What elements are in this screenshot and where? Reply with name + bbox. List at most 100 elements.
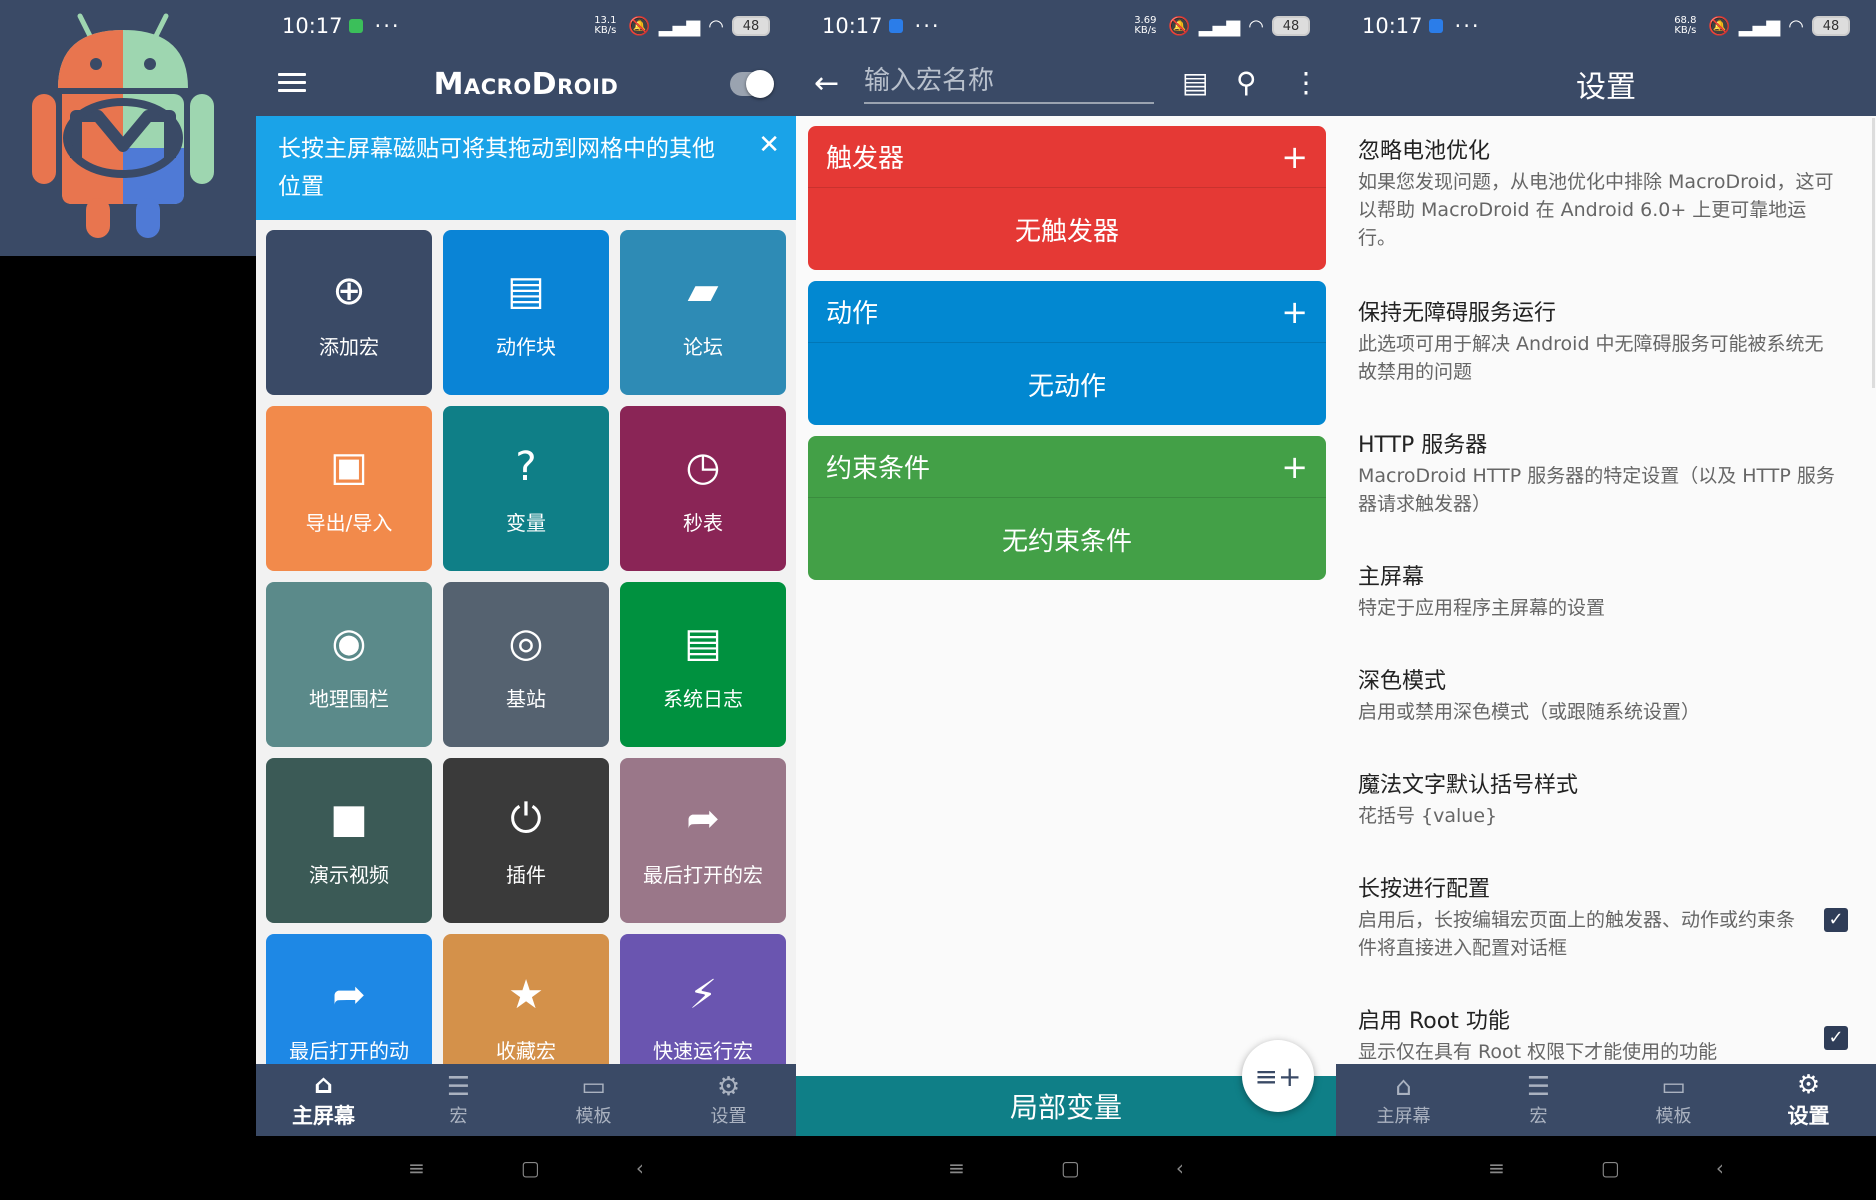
settings-app-bar: 设置 (1336, 52, 1876, 116)
scrollbar[interactable] (1872, 118, 1875, 388)
wifi-icon: ◠ (1248, 15, 1264, 37)
star-icon: ★ (508, 972, 544, 1018)
plug-icon: ⏻ (510, 796, 542, 842)
nav-home[interactable]: ⌂ 主屏幕 (256, 1064, 391, 1136)
setting-desc: 此选项可用于解决 Android 中无障碍服务可能被系统无故禁用的问题 (1358, 333, 1824, 383)
nav-templates[interactable]: ▭ 模板 (1606, 1064, 1741, 1136)
tile-system-log[interactable]: ▤ 系统日志 (620, 582, 786, 747)
tile-cell-tower[interactable]: ◎ 基站 (443, 582, 609, 747)
action-empty[interactable]: 无动作 (808, 343, 1326, 425)
nav-label: 模板 (575, 1106, 612, 1127)
back-button-icon[interactable]: ‹ (1176, 1156, 1184, 1180)
tile-forum[interactable]: ▰ 论坛 (620, 230, 786, 395)
timer-icon: ◷ (685, 444, 721, 490)
battery-icon: 48 (1272, 16, 1310, 36)
home-button-icon[interactable]: ▢ (1061, 1156, 1080, 1180)
tile-label: 论坛 (683, 335, 723, 359)
back-button-icon[interactable]: ‹ (1716, 1156, 1724, 1180)
document-icon[interactable]: ▤ (1182, 66, 1208, 99)
add-action-icon[interactable]: + (1281, 293, 1308, 331)
network-speed: 68.8 KB/s (1674, 15, 1697, 36)
tile-variables[interactable]: ? 变量 (443, 406, 609, 571)
more-vert-icon[interactable]: ⋮ (1292, 66, 1320, 99)
tile-favorite-macros[interactable]: ★ 收藏宏 (443, 934, 609, 1064)
location-icon: ◉ (331, 620, 367, 666)
setting-desc: 显示仅在具有 Root 权限下才能使用的功能 (1358, 1041, 1718, 1063)
gear-icon: ⚙ (1796, 1070, 1821, 1100)
editor-app-bar: ← ▤ ⚲ ⋮ (796, 52, 1336, 116)
tile-stopwatch[interactable]: ◷ 秒表 (620, 406, 786, 571)
battery-icon: 48 (732, 16, 770, 36)
trigger-empty[interactable]: 无触发器 (808, 188, 1326, 270)
search-icon[interactable]: ⚲ (1236, 66, 1257, 99)
share-arrow-icon: ➦ (686, 796, 720, 842)
tile-demo-video[interactable]: ■ 演示视频 (266, 758, 432, 923)
long-press-checkbox[interactable]: ✓ (1824, 908, 1848, 932)
setting-desc: 如果您发现问题，从电池优化中排除 MacroDroid，这可以帮助 MacroD… (1358, 171, 1834, 249)
home-tile-grid: ⊕ 添加宏 ▤ 动作块 ▰ 论坛 ▣ 导出/导入 ? 变量 ◷ 秒表 ◉ 地理围… (256, 220, 796, 1064)
recents-icon[interactable]: ≡ (408, 1156, 425, 1180)
add-constraint-icon[interactable]: + (1281, 448, 1308, 486)
tile-add-macro[interactable]: ⊕ 添加宏 (266, 230, 432, 395)
nav-label: 设置 (710, 1106, 747, 1127)
home-icon: ⌂ (314, 1070, 333, 1100)
close-icon[interactable]: ✕ (758, 126, 780, 164)
nav-macros[interactable]: ☰ 宏 (391, 1064, 526, 1136)
save-icon: ▣ (330, 444, 368, 490)
tile-geofence[interactable]: ◉ 地理围栏 (266, 582, 432, 747)
settings-screen: 10:17 ··· 68.8 KB/s 🔕 ▂▄▆ ◠ 48 设置 忽略电池优化… (1336, 0, 1876, 1200)
nav-macros[interactable]: ☰ 宏 (1471, 1064, 1606, 1136)
root-checkbox[interactable]: ✓ (1824, 1026, 1848, 1050)
setting-http-server[interactable]: HTTP 服务器 MacroDroid HTTP 服务器的特定设置（以及 HTT… (1358, 430, 1838, 518)
recents-icon[interactable]: ≡ (948, 1156, 965, 1180)
tile-label: 演示视频 (309, 863, 389, 887)
setting-ignore-battery-opt[interactable]: 忽略电池优化 如果您发现问题，从电池优化中排除 MacroDroid，这可以帮助… (1358, 136, 1838, 252)
status-time: 10:17 (1362, 14, 1423, 38)
add-trigger-icon[interactable]: + (1281, 138, 1308, 176)
bottom-nav: ⌂ 主屏幕 ☰ 宏 ▭ 模板 ⚙ 设置 (256, 1064, 796, 1136)
status-time: 10:17 (282, 14, 343, 38)
nav-settings[interactable]: ⚙ 设置 (661, 1064, 796, 1136)
tile-last-opened-macro[interactable]: ➦ 最后打开的宏 (620, 758, 786, 923)
nav-templates[interactable]: ▭ 模板 (526, 1064, 661, 1136)
tile-label: 插件 (506, 863, 546, 887)
nav-home[interactable]: ⌂ 主屏幕 (1336, 1064, 1471, 1136)
playlist-add-icon[interactable]: ≡+ (1242, 1040, 1314, 1112)
tile-action-blocks[interactable]: ▤ 动作块 (443, 230, 609, 395)
home-button-icon[interactable]: ▢ (1601, 1156, 1620, 1180)
trigger-card: 触发器 + 无触发器 (808, 126, 1326, 270)
recents-icon[interactable]: ≡ (1488, 1156, 1505, 1180)
settings-list: 忽略电池优化 如果您发现问题，从电池优化中排除 MacroDroid，这可以帮助… (1336, 116, 1876, 1064)
trigger-header: 触发器 + (808, 126, 1326, 188)
back-button-icon[interactable]: ‹ (636, 1156, 644, 1180)
video-icon: ■ (330, 796, 368, 842)
macros-enabled-toggle[interactable] (730, 70, 774, 98)
setting-home-screen[interactable]: 主屏幕 特定于应用程序主屏幕的设置 (1358, 562, 1838, 622)
tile-last-opened-action[interactable]: ➦ 最后打开的动 (266, 934, 432, 1064)
home-button-icon[interactable]: ▢ (521, 1156, 540, 1180)
setting-magic-text-brackets[interactable]: 魔法文字默认括号样式 花括号 {value} (1358, 770, 1838, 830)
mute-icon: 🔕 (1168, 15, 1191, 37)
setting-enable-root[interactable]: 启用 Root 功能 显示仅在具有 Root 权限下才能使用的功能 (1358, 1006, 1798, 1064)
nav-label: 宏 (449, 1106, 468, 1127)
constraint-title: 约束条件 (826, 454, 931, 484)
constraint-empty[interactable]: 无约束条件 (808, 498, 1326, 580)
setting-long-press-config[interactable]: 长按进行配置 启用后，长按编辑宏页面上的触发器、动作或约束条件将直接进入配置对话… (1358, 874, 1798, 962)
tile-export-import[interactable]: ▣ 导出/导入 (266, 406, 432, 571)
tile-quick-run-macro[interactable]: ⚡ 快速运行宏 (620, 934, 786, 1064)
setting-dark-mode[interactable]: 深色模式 启用或禁用深色模式（或跟随系统设置） (1358, 666, 1838, 726)
nav-settings[interactable]: ⚙ 设置 (1741, 1064, 1876, 1136)
status-bar: 10:17 ··· 13.1 KB/s 🔕 ▂▄▆ ◠ 48 (256, 0, 796, 52)
macro-name-input[interactable] (864, 60, 1154, 104)
network-speed: 3.69 KB/s (1134, 15, 1157, 36)
status-more: ··· (914, 14, 941, 38)
system-nav-bar: ≡ ▢ ‹ (796, 1136, 1336, 1200)
setting-title: 忽略电池优化 (1358, 139, 1491, 164)
tile-label: 变量 (506, 511, 546, 535)
help-box-icon: ? (515, 444, 537, 490)
app-logo-panel (0, 0, 256, 256)
tile-plugins[interactable]: ⏻ 插件 (443, 758, 609, 923)
setting-keep-accessibility[interactable]: 保持无障碍服务运行 此选项可用于解决 Android 中无障碍服务可能被系统无故… (1358, 298, 1838, 386)
system-nav-bar: ≡ ▢ ‹ (256, 1136, 796, 1200)
back-arrow-icon[interactable]: ← (814, 66, 839, 101)
